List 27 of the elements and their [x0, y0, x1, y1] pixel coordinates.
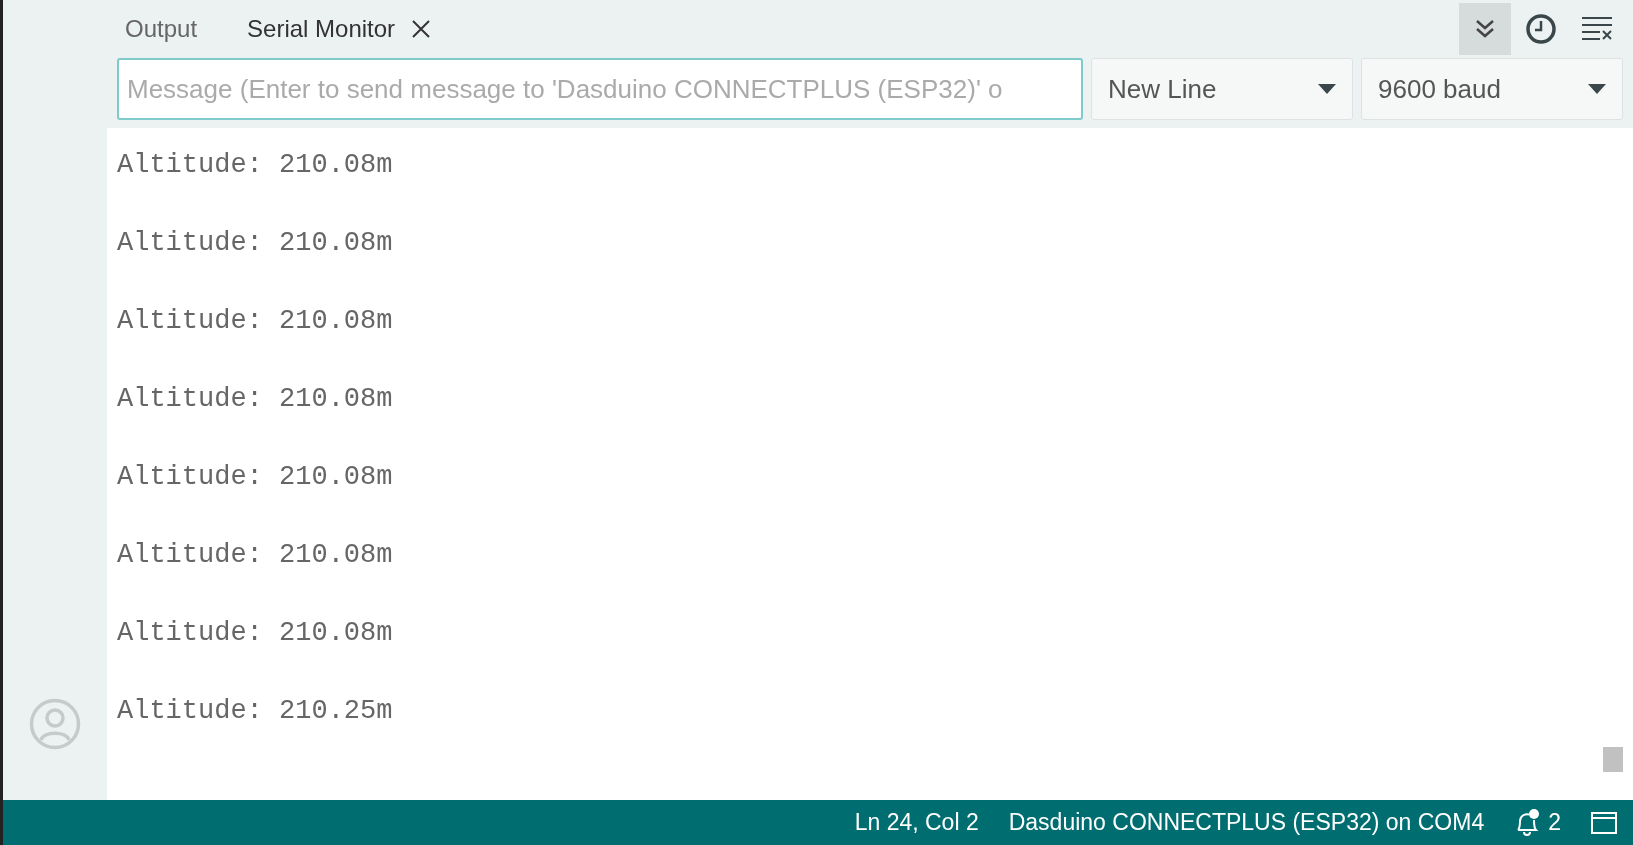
close-icon[interactable]	[411, 19, 432, 39]
baud-rate-dropdown[interactable]: 9600 baud	[1361, 58, 1623, 120]
line-ending-dropdown[interactable]: New Line	[1091, 58, 1353, 120]
output-line: Altitude: 210.25m	[117, 695, 393, 728]
cursor-position[interactable]: Ln 24, Col 2	[854, 809, 979, 836]
clock-icon	[1525, 13, 1557, 45]
dropdown-caret-icon	[1588, 84, 1606, 94]
output-line: Altitude: 210.08m	[117, 617, 393, 650]
output-line: Altitude: 210.08m	[117, 383, 393, 416]
panel-icon[interactable]	[1591, 811, 1617, 834]
tab[interactable]: Serial Monitor	[239, 0, 450, 58]
output-line: Altitude: 210.08m	[117, 227, 393, 260]
clear-list-icon	[1581, 16, 1613, 42]
message-field[interactable]: Message (Enter to send message to 'Dasduino CONNECTPLUS (ESP32)' o	[117, 58, 1083, 120]
dropdown-value: New Line	[1108, 73, 1217, 105]
output-line: Altitude: 210.08m	[117, 539, 393, 572]
output-line: Altitude: 210.08m	[117, 461, 393, 494]
dropdown-caret-icon	[1318, 84, 1336, 94]
output-line: Altitude: 210.08m	[117, 305, 393, 338]
dropdown-value: 9600 baud	[1378, 73, 1501, 105]
scrollbar-thumb[interactable]	[1603, 747, 1623, 772]
output-line: Altitude: 210.08m	[117, 149, 393, 182]
tab[interactable]: Output	[117, 0, 216, 58]
autoscroll-button[interactable]	[1459, 3, 1511, 55]
board-port[interactable]: Dasduino CONNECTPLUS (ESP32) on COM4	[1008, 809, 1485, 836]
double-chevron-down-icon	[1474, 18, 1496, 40]
notification-count[interactable]: 2	[1548, 809, 1561, 836]
